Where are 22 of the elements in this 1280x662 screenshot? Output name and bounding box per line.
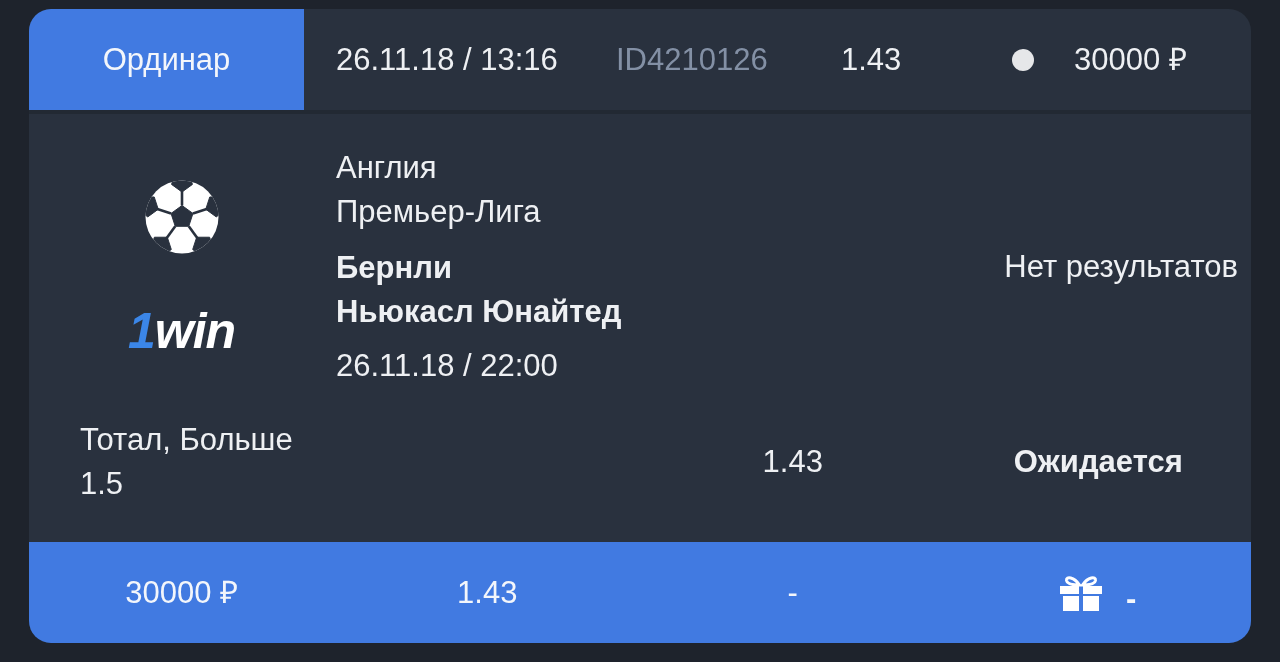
team-name: Ньюкасл Юнайтед [336, 293, 622, 331]
gift-icon [1060, 574, 1103, 611]
summary-value: - [787, 573, 798, 612]
team-name: Бернли [336, 249, 452, 287]
country-name: Англия [336, 149, 437, 187]
bonus-value: - [1126, 579, 1137, 618]
bet-status: Ожидается [1013, 443, 1183, 481]
bet-id: ID4210126 [616, 40, 768, 79]
bet-type-label: Ординар [29, 9, 304, 110]
market-name: Тотал, Больше 1.5 [80, 422, 293, 501]
summary-value: 30000 ₽ [125, 573, 239, 612]
odds-value: 1.43 [841, 40, 902, 79]
soccer-ball-icon [144, 180, 219, 254]
selection-odds: 1.43 [762, 443, 823, 481]
brand-logo: 1win [127, 306, 236, 356]
placed-date: 26.11.18 / 13:16 [336, 40, 558, 79]
league-name: Премьер-Лига [336, 193, 541, 231]
status-dot-icon [1012, 48, 1034, 71]
event-start-time: 26.11.18 / 22:00 [336, 347, 558, 385]
event-result: Нет результатов [1004, 248, 1238, 286]
stake-amount: 30000 ₽ [1074, 40, 1187, 79]
summary-value: 1.43 [457, 573, 518, 612]
